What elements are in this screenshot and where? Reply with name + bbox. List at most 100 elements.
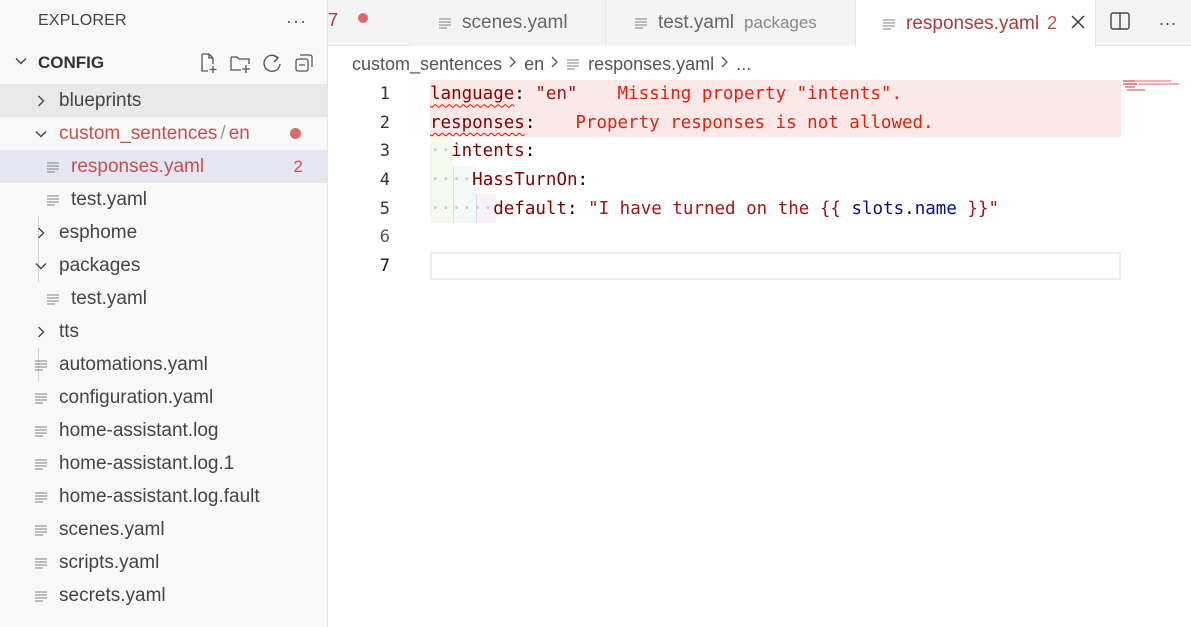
inline-diagnostic: Missing property "intents". — [617, 84, 903, 105]
chevron-down-icon — [34, 127, 59, 141]
tree-file-test-yaml[interactable]: test.yaml — [0, 282, 327, 315]
tree-item-label: home-assistant.log.fault — [59, 485, 260, 507]
tree-folder-esphome[interactable]: esphome — [0, 216, 327, 249]
tree-file-secrets-yaml[interactable]: secrets.yaml — [0, 579, 327, 612]
refresh-icon[interactable] — [261, 52, 283, 79]
file-icon — [34, 358, 48, 372]
explorer-title: EXPLORER — [38, 12, 127, 29]
code-line-7[interactable]: 7 — [328, 252, 1121, 281]
tab-label: scenes.yaml — [462, 12, 568, 33]
tree-item-label: scripts.yaml — [59, 551, 160, 573]
code-line-6[interactable]: 6 — [328, 223, 1121, 252]
tree-item-label: custom_sentences — [59, 122, 218, 144]
file-icon — [882, 17, 896, 31]
explorer-sidebar: EXPLORER ··· CONFIG blueprints custom_sen… — [0, 0, 328, 627]
chevron-down-icon — [14, 54, 34, 72]
code-line-5[interactable]: 5 ······default: "I have turned on the {… — [328, 194, 1121, 223]
file-icon — [46, 160, 60, 174]
line-content: ··intents: — [430, 141, 536, 162]
line-content: responses: Property responses is not allo… — [430, 112, 934, 133]
tree-item-label: blueprints — [59, 89, 142, 111]
file-icon — [34, 424, 48, 438]
problem-count-badge: 2 — [1047, 13, 1058, 33]
new-folder-icon[interactable] — [229, 52, 251, 79]
tree-item-label: home-assistant.log — [59, 419, 219, 441]
breadcrumb-item-symbol[interactable]: ... — [736, 54, 751, 75]
minimap-line — [1139, 83, 1179, 85]
tree-item-label: test.yaml — [71, 287, 148, 309]
file-icon — [566, 57, 580, 71]
file-tree: blueprints custom_sentences / en responses.y… — [0, 84, 327, 612]
tree-file-home-assistant-log-fault[interactable]: home-assistant.log.fault — [0, 480, 327, 513]
editor-tab-bar: 7 scenes.yaml test.yaml packages respons… — [328, 0, 1191, 47]
tab-responses-yaml[interactable]: responses.yaml 2 — [856, 0, 1096, 47]
file-icon — [34, 523, 48, 537]
modified-dot — [290, 128, 301, 139]
collapse-all-icon[interactable] — [293, 52, 315, 79]
explorer-header: EXPLORER ··· — [0, 0, 327, 42]
tree-file-configuration-yaml[interactable]: configuration.yaml — [0, 381, 327, 414]
code-line-3[interactable]: 3 ··intents: — [328, 137, 1121, 166]
file-icon — [46, 292, 60, 306]
minimap-line — [1135, 80, 1171, 82]
line-content: ····HassTurnOn: — [430, 170, 589, 191]
tree-item-label: packages — [59, 254, 141, 276]
minimap-line — [1127, 89, 1145, 91]
tree-item-label-compact: en — [228, 122, 250, 144]
tab-label: responses.yaml — [906, 12, 1040, 34]
line-number: 5 — [379, 198, 390, 219]
split-editor-icon[interactable] — [1109, 11, 1130, 35]
tree-item-label: tts — [59, 320, 80, 342]
explorer-actions — [197, 52, 315, 79]
workspace-section-header[interactable]: CONFIG — [0, 42, 327, 84]
tree-folder-custom-sentences[interactable]: custom_sentences / en — [0, 117, 327, 150]
tree-folder-tts[interactable]: tts — [0, 315, 327, 348]
chevron-right-icon — [34, 226, 59, 240]
close-icon[interactable] — [1071, 12, 1085, 35]
breadcrumb-item-subfolder[interactable]: en — [524, 54, 544, 75]
code-line-2[interactable]: 2 responses: Property responses is not al… — [328, 109, 1121, 138]
tab-scenes-yaml[interactable]: scenes.yaml — [410, 0, 606, 46]
line-number: 7 — [379, 255, 390, 276]
tree-file-test-yaml[interactable]: test.yaml — [0, 183, 327, 216]
file-icon — [34, 457, 48, 471]
path-separator: / — [220, 122, 226, 144]
file-icon — [34, 391, 48, 405]
tree-item-label: test.yaml — [71, 188, 148, 210]
tree-file-scenes-yaml[interactable]: scenes.yaml — [0, 513, 327, 546]
line-number: 3 — [379, 141, 390, 162]
tree-item-label: home-assistant.log.1 — [59, 452, 235, 474]
chevron-right-icon — [508, 55, 518, 73]
file-icon — [34, 490, 48, 504]
clipped-tab-label[interactable]: 7 — [328, 10, 338, 31]
tree-file-scripts-yaml[interactable]: scripts.yaml — [0, 546, 327, 579]
minimap-line — [1123, 83, 1137, 85]
tree-file-automations-yaml[interactable]: automations.yaml — [0, 348, 327, 381]
line-number: 1 — [379, 84, 390, 105]
chevron-down-icon — [34, 259, 59, 273]
tab-test-yaml[interactable]: test.yaml packages — [606, 0, 856, 46]
breadcrumb-item-file[interactable]: responses.yaml — [588, 54, 714, 75]
code-line-4[interactable]: 4 ····HassTurnOn: — [328, 166, 1121, 195]
breadcrumb-item-folder[interactable]: custom_sentences — [352, 54, 502, 75]
more-actions-icon[interactable]: ··· — [1159, 13, 1177, 34]
file-icon — [634, 16, 648, 30]
chevron-right-icon — [34, 94, 59, 108]
tab-label: test.yaml — [658, 12, 735, 33]
more-actions-icon[interactable]: ··· — [286, 11, 307, 32]
modified-dot — [358, 13, 368, 23]
tree-file-home-assistant-log[interactable]: home-assistant.log — [0, 414, 327, 447]
minimap[interactable] — [1121, 80, 1191, 627]
new-file-icon[interactable] — [197, 52, 219, 79]
tree-item-label: configuration.yaml — [59, 386, 214, 408]
tree-file-responses-yaml[interactable]: responses.yaml 2 — [0, 150, 327, 183]
chevron-right-icon — [720, 55, 730, 73]
tree-file-home-assistant-log-1[interactable]: home-assistant.log.1 — [0, 447, 327, 480]
tree-item-label: automations.yaml — [59, 353, 208, 375]
file-icon — [34, 556, 48, 570]
tree-item-label: esphome — [59, 221, 138, 243]
tree-folder-blueprints[interactable]: blueprints — [0, 84, 327, 117]
code-editor[interactable]: 1 language: "en" Missing property "intent… — [328, 80, 1191, 627]
code-line-1[interactable]: 1 language: "en" Missing property "intent… — [328, 80, 1121, 109]
tree-folder-packages[interactable]: packages — [0, 249, 327, 282]
